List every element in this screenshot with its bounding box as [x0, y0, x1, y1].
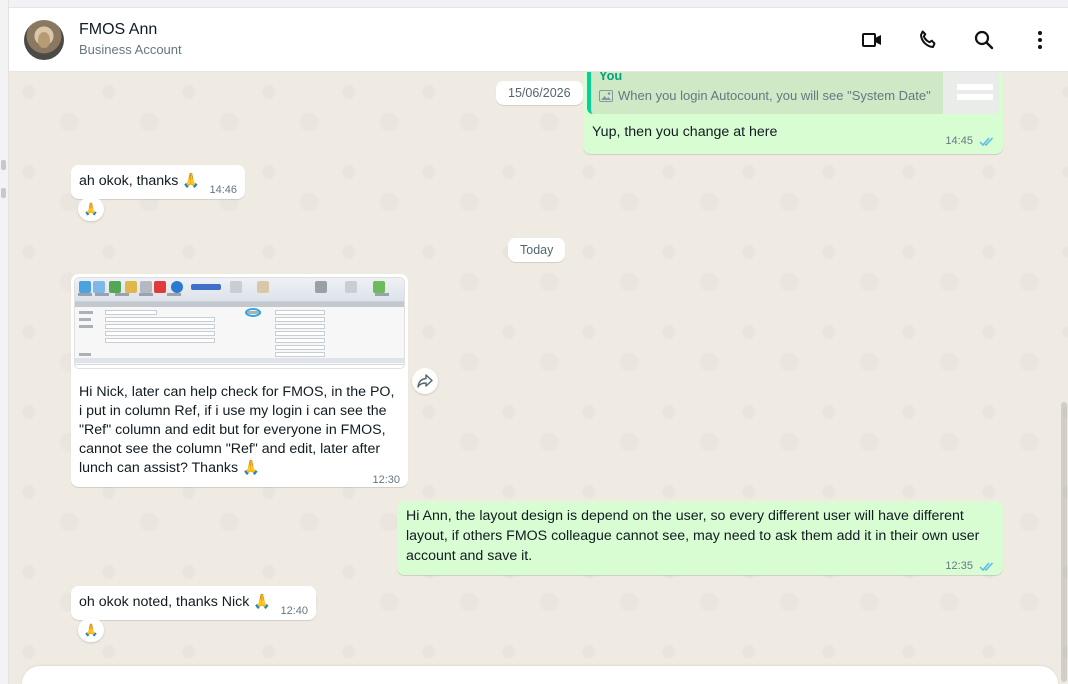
chat-header[interactable]: FMOS Ann Business Account	[9, 8, 1068, 72]
voice-call-button[interactable]	[900, 20, 956, 60]
quote-text-row: When you login Autocount, you will see "…	[599, 86, 931, 105]
contact-info[interactable]: FMOS Ann Business Account	[79, 20, 182, 59]
message-meta: 12:35	[945, 557, 995, 576]
message-outgoing-2[interactable]: Hi Ann, the layout design is depend on t…	[397, 501, 1003, 575]
chat-scroll-thumb[interactable]	[1061, 402, 1067, 682]
message-reaction[interactable]: 🙏	[78, 618, 104, 642]
message-outgoing-1[interactable]: You When you login Autocount, you will s…	[583, 72, 1003, 154]
quote-thumbnail[interactable]	[943, 72, 999, 114]
contact-subtitle: Business Account	[79, 42, 182, 57]
message-text: ah okok, thanks 🙏	[79, 173, 200, 189]
message-incoming-1[interactable]: ah okok, thanks 🙏 14:46	[71, 165, 245, 199]
contact-name: FMOS Ann	[79, 21, 158, 38]
chat-area[interactable]: You When you login Autocount, you will s…	[9, 72, 1068, 684]
date-separator-today: Today	[508, 238, 566, 262]
quote-author: You	[599, 72, 623, 83]
window-top-bar	[9, 0, 1068, 8]
message-time: 14:45	[945, 135, 973, 147]
message-meta: 14:45	[945, 132, 995, 151]
menu-icon	[1038, 31, 1042, 49]
date-separator: 15/06/2026	[496, 81, 583, 105]
header-actions	[844, 8, 1068, 72]
message-text: Hi Nick, later can help check for FMOS, …	[79, 384, 395, 476]
message-incoming-2[interactable]: oh okok noted, thanks Nick 🙏 12:40	[71, 586, 316, 620]
quote-text: When you login Autocount, you will see "…	[618, 88, 931, 103]
avatar[interactable]	[24, 19, 64, 60]
message-reaction[interactable]: 🙏	[78, 197, 104, 221]
image-icon	[599, 89, 613, 102]
search-icon	[974, 30, 994, 50]
panel-scroll-arrow[interactable]	[1, 160, 6, 170]
message-time: 12:35	[945, 560, 973, 572]
message-incoming-image[interactable]: Hi Nick, later can help check for FMOS, …	[71, 274, 408, 487]
forward-button[interactable]	[412, 368, 438, 394]
menu-button[interactable]	[1012, 20, 1068, 60]
double-check-icon	[979, 137, 994, 146]
panel-scroll-thumb[interactable]	[1, 188, 6, 198]
message-time: 12:40	[280, 605, 308, 617]
message-text: Hi Ann, the layout design is depend on t…	[406, 508, 980, 564]
quoted-reply[interactable]: You When you login Autocount, you will s…	[587, 72, 999, 114]
search-button[interactable]	[956, 20, 1012, 60]
message-text: oh okok noted, thanks Nick 🙏	[79, 594, 271, 610]
left-panel-edge	[0, 0, 9, 684]
message-image[interactable]	[74, 277, 405, 369]
message-text: Yup, then you change at here	[592, 124, 778, 140]
message-composer[interactable]	[22, 666, 1058, 684]
double-check-icon	[979, 562, 994, 571]
message-time: 12:30	[372, 474, 400, 486]
forward-icon	[417, 374, 433, 388]
chat-scrollbar[interactable]	[1060, 72, 1068, 684]
message-time: 14:46	[209, 184, 237, 196]
video-call-icon	[862, 33, 881, 47]
voice-call-icon	[920, 30, 936, 48]
video-call-button[interactable]	[844, 20, 900, 60]
